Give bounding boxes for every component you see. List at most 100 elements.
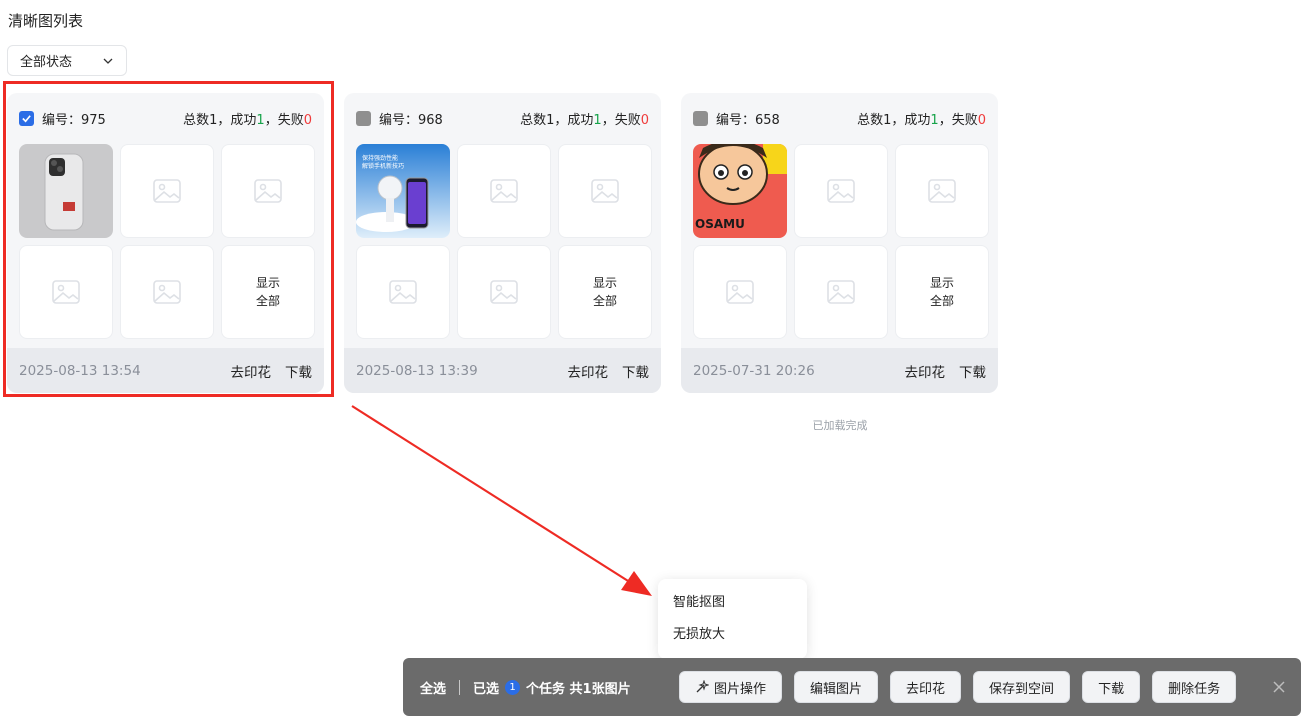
select-all-button[interactable]: 全选: [420, 678, 446, 697]
selection-summary: 已选 1 个任务 共1张图片: [473, 678, 631, 697]
image-operation-button[interactable]: 图片操作: [679, 671, 783, 703]
card-header: 编号：975 总数1，成功1，失败0: [19, 107, 312, 129]
card-stats: 总数1，成功1，失败0: [183, 109, 312, 128]
thumb-text-line2: 解锁手机新技巧: [362, 162, 404, 170]
show-all-button[interactable]: 显示 全部: [558, 245, 652, 339]
check-icon: [22, 114, 31, 122]
save-to-space-button[interactable]: 保存到空间: [973, 671, 1071, 703]
image-thumbnail[interactable]: OSAMU: [693, 144, 787, 238]
image-placeholder-icon: [726, 280, 754, 304]
image-placeholder: [895, 144, 989, 238]
image-placeholder-icon: [490, 280, 518, 304]
card-footer: 2025-08-13 13:39 去印花 下载: [344, 348, 661, 393]
image-placeholder: [693, 245, 787, 339]
image-placeholder-icon: [153, 280, 181, 304]
cartoon-image: OSAMU: [693, 144, 787, 238]
task-card: 编号：975 总数1，成功1，失败0 显示 全部 2025-08-13 13:5…: [7, 93, 324, 393]
show-all-button[interactable]: 显示 全部: [895, 245, 989, 339]
card-checkbox[interactable]: [356, 110, 371, 126]
thumb-text: OSAMU: [695, 217, 745, 231]
delete-task-button[interactable]: 删除任务: [1152, 671, 1237, 703]
image-operation-label: 图片操作: [714, 681, 767, 697]
show-all-line2: 全部: [255, 294, 280, 308]
stats-fail: 0: [640, 112, 649, 128]
menu-item-lossless-upscale[interactable]: 无损放大: [658, 623, 807, 655]
stats-total: 总数1，成功: [183, 112, 257, 128]
stats-sep: ，失败: [264, 112, 304, 128]
remove-watermark-link[interactable]: 去印花: [231, 361, 272, 381]
remove-watermark-button[interactable]: 去印花: [890, 671, 962, 703]
stats-success: 1: [930, 112, 939, 128]
stats-total: 总数1，成功: [857, 112, 931, 128]
card-checkbox[interactable]: [19, 110, 34, 126]
image-placeholder: [794, 144, 888, 238]
card-id: 编号：975: [42, 112, 106, 128]
image-operation-menu: 智能抠图 无损放大: [658, 579, 807, 659]
image-placeholder: [19, 245, 113, 339]
image-thumbnail[interactable]: [19, 144, 113, 238]
image-placeholder-icon: [389, 280, 417, 304]
selected-suffix: 个任务 共1张图片: [526, 681, 631, 697]
download-button[interactable]: 下载: [1082, 671, 1141, 703]
download-link[interactable]: 下载: [285, 361, 312, 381]
image-placeholder-icon: [490, 179, 518, 203]
image-placeholder: [558, 144, 652, 238]
image-placeholder-icon: [52, 280, 80, 304]
page-title: 清晰图列表: [8, 12, 84, 30]
image-placeholder: [221, 144, 315, 238]
card-date: 2025-07-31 20:26: [693, 362, 815, 379]
phone-case-image: [19, 144, 113, 238]
close-icon[interactable]: [1271, 679, 1287, 695]
remove-watermark-link[interactable]: 去印花: [568, 361, 609, 381]
download-link[interactable]: 下载: [959, 361, 986, 381]
divider: [459, 679, 461, 695]
image-placeholder: [457, 144, 551, 238]
menu-item-smart-cutout[interactable]: 智能抠图: [658, 591, 807, 623]
stats-sep: ，失败: [601, 112, 641, 128]
show-all-button[interactable]: 显示 全部: [221, 245, 315, 339]
image-placeholder: [120, 144, 214, 238]
show-all-line1: 显示: [592, 276, 617, 290]
image-placeholder: [794, 245, 888, 339]
stats-fail: 0: [977, 112, 986, 128]
image-grid: OSAMU 显示 全部: [693, 144, 989, 339]
selected-prefix: 已选: [473, 681, 500, 697]
card-id: 编号：658: [716, 112, 780, 128]
image-thumbnail[interactable]: 保持强劲性能 解锁手机新技巧: [356, 144, 450, 238]
selected-count-badge: 1: [505, 679, 521, 695]
image-placeholder: [457, 245, 551, 339]
card-footer: 2025-07-31 20:26 去印花 下载: [681, 348, 998, 393]
show-all-line2: 全部: [929, 294, 954, 308]
image-placeholder-icon: [827, 179, 855, 203]
card-header: 编号：658 总数1，成功1，失败0: [693, 107, 986, 129]
card-header: 编号：968 总数1，成功1，失败0: [356, 107, 649, 129]
card-id: 编号：968: [379, 112, 443, 128]
loaded-complete-text: 已加载完成: [812, 419, 868, 432]
image-placeholder-icon: [254, 179, 282, 203]
card-stats: 总数1，成功1，失败0: [520, 109, 649, 128]
image-placeholder-icon: [591, 179, 619, 203]
task-card: 编号：968 总数1，成功1，失败0 保持强劲性能 解锁手机新技巧 显示 全部 …: [344, 93, 661, 393]
card-checkbox[interactable]: [693, 110, 708, 126]
status-filter-value: 全部状态: [20, 55, 73, 70]
phone-fan-image: 保持强劲性能 解锁手机新技巧: [356, 144, 450, 238]
stats-total: 总数1，成功: [520, 112, 594, 128]
image-placeholder: [120, 245, 214, 339]
page: 清晰图列表 全部状态 编号：975 总数1，成功1，失败0 显示 全部 2025…: [0, 0, 1302, 720]
status-filter-select[interactable]: 全部状态: [7, 45, 127, 76]
image-grid: 保持强劲性能 解锁手机新技巧 显示全部: [356, 144, 652, 339]
stats-success: 1: [256, 112, 265, 128]
remove-watermark-link[interactable]: 去印花: [905, 361, 946, 381]
thumb-text-line1: 保持强劲性能: [362, 154, 398, 162]
download-link[interactable]: 下载: [622, 361, 649, 381]
image-placeholder: [356, 245, 450, 339]
chevron-down-icon: [103, 58, 113, 64]
edit-image-button[interactable]: 编辑图片: [794, 671, 879, 703]
image-placeholder-icon: [827, 280, 855, 304]
show-all-line2: 全部: [592, 294, 617, 308]
batch-action-bar: 全选 已选 1 个任务 共1张图片 图片操作 编辑图片 去印花 保存到空间 下载…: [403, 658, 1301, 716]
card-date: 2025-08-13 13:54: [19, 362, 141, 379]
magic-wand-icon: [696, 680, 709, 693]
image-placeholder-icon: [153, 179, 181, 203]
show-all-line1: 显示: [255, 276, 280, 290]
